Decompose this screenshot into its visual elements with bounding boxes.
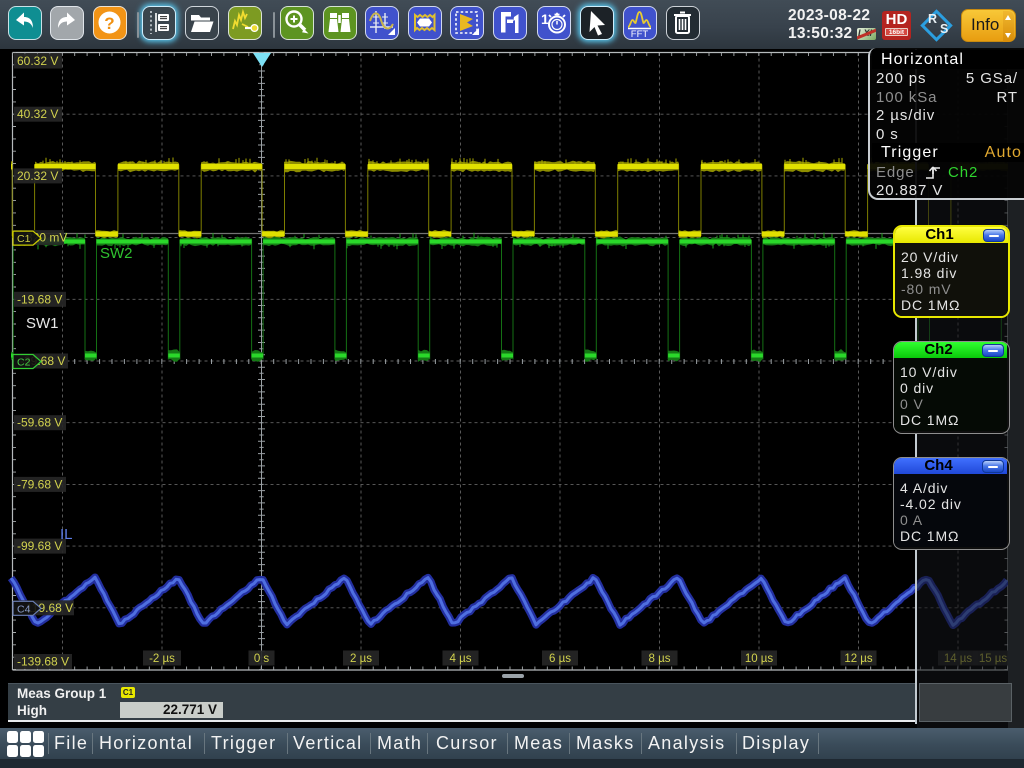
svg-text:C1: C1 [17, 233, 31, 245]
svg-text:60.32 V: 60.32 V [17, 54, 58, 68]
svg-text:SW2: SW2 [100, 245, 133, 262]
svg-text:6 µs: 6 µs [549, 653, 571, 665]
svg-text:2 µs: 2 µs [350, 653, 372, 665]
svg-text:8 µs: 8 µs [649, 653, 671, 665]
svg-text:20.32 V: 20.32 V [17, 169, 58, 183]
svg-text:-79.68 V: -79.68 V [17, 477, 62, 491]
svg-text:IL: IL [60, 526, 73, 543]
svg-text:0 s: 0 s [254, 653, 270, 665]
svg-text:C2: C2 [17, 357, 31, 369]
svg-text:-139.68 V: -139.68 V [17, 655, 69, 669]
svg-text:12 µs: 12 µs [844, 653, 873, 665]
svg-text:FFT: FFT [631, 29, 649, 38]
svg-text:40.32 V: 40.32 V [17, 107, 58, 121]
svg-text:SW1: SW1 [26, 315, 59, 332]
svg-text:-19.68 V: -19.68 V [17, 292, 62, 306]
svg-text:C4: C4 [17, 603, 31, 615]
svg-text:?: ? [104, 14, 114, 33]
svg-text:1: 1 [541, 11, 549, 27]
svg-text:4 µs: 4 µs [450, 653, 472, 665]
svg-text:-59.68 V: -59.68 V [17, 416, 62, 430]
svg-text:10 µs: 10 µs [745, 653, 774, 665]
svg-text:-99.68 V: -99.68 V [17, 539, 62, 553]
svg-text:-2 µs: -2 µs [149, 653, 175, 665]
